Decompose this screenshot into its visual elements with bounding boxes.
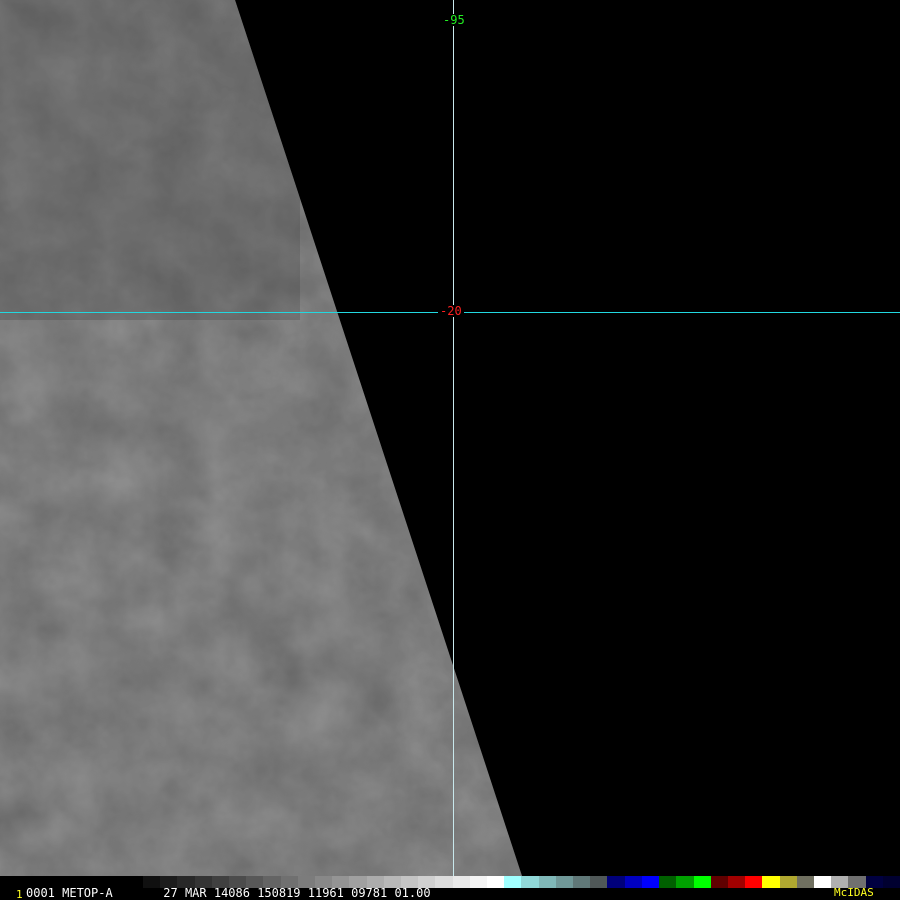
color-bar-swatch [590,876,608,888]
color-bar-swatch [555,876,574,888]
color-bar-swatch [573,876,591,888]
color-bar-swatch [452,876,470,888]
longitude-label: -95 [441,13,467,27]
color-bar-swatch [469,876,488,888]
latitude-label: -20 [438,304,464,318]
color-bar-swatch [745,876,763,888]
color-bar-swatch [624,876,642,888]
color-bar-swatch [727,876,746,888]
color-bar-swatch [882,876,900,888]
frame-number: 1 [16,888,23,900]
satellite-image-view: -95 -20 1 0001 METOP-A 27 MAR 14086 1508… [0,0,900,900]
color-bar-swatch [710,876,728,888]
longitude-line [453,0,454,876]
color-bar-swatch [435,876,453,888]
color-bar-swatch [607,876,625,888]
color-bar-swatch [779,876,797,888]
color-bar-swatch [521,876,539,888]
color-bar-swatch [504,876,522,888]
color-bar-swatch [813,876,832,888]
color-bar-swatch [676,876,694,888]
color-bar-swatch [487,876,505,888]
color-bar-swatch [659,876,677,888]
satellite-swath [0,0,522,876]
color-bar-swatch [762,876,780,888]
image-info: 0001 METOP-A 27 MAR 14086 150819 11961 0… [26,886,431,900]
color-bar-swatch [796,876,814,888]
mcidas-brand: McIDAS [834,886,874,899]
color-bar-swatch [693,876,711,888]
color-bar-swatch [641,876,660,888]
color-bar-swatch [538,876,556,888]
